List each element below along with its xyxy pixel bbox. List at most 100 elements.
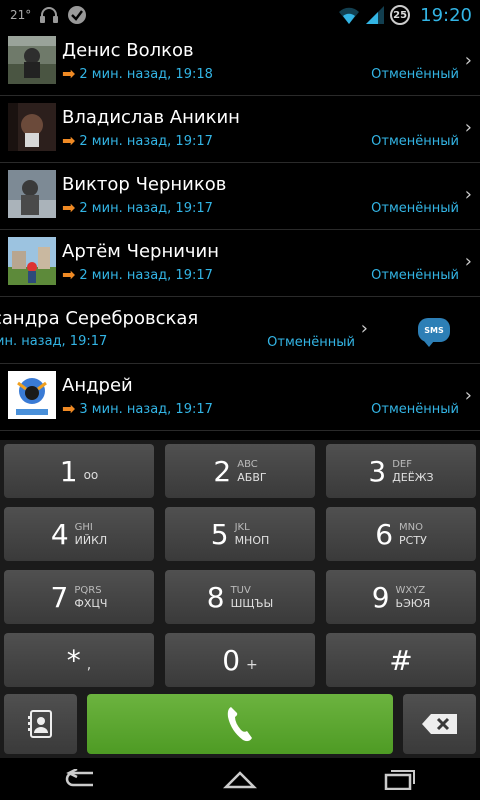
key-letters: DEF ДЕЁЖЗ [392, 458, 433, 484]
call-time: 2 мин. назад, 19:17 [79, 267, 213, 283]
call-log-item[interactable]: сандра Серебровская ин. назад, 19:17 Отм… [0, 298, 480, 364]
key-digit: 4 [50, 517, 69, 551]
call-log-item[interactable]: Владислав Аникин ➡ 2 мин. назад, 19:17 О… [0, 97, 480, 163]
call-time: 3 мин. назад, 19:17 [79, 401, 213, 417]
key-letters-cyrillic: ШЩЪЫ [230, 597, 274, 610]
chevron-right-icon[interactable]: › [465, 184, 472, 205]
call-log-item[interactable]: Виктор Черников ➡ 2 мин. назад, 19:17 От… [0, 164, 480, 230]
key-letters-latin: MNO [399, 522, 424, 533]
status-bar-right: 25 19:20 [338, 0, 472, 30]
key-letters-cyrillic: ИЙКЛ [74, 534, 108, 547]
call-status: Отменённый [371, 268, 459, 283]
contact-avatar [8, 170, 56, 218]
key-letters: GHI ИЙКЛ [75, 521, 108, 547]
dial-key-1[interactable]: 1 oo [4, 444, 154, 498]
dial-key-9[interactable]: 9 WXYZ ЬЭЮЯ [326, 570, 476, 624]
key-letters: WXYZ ЬЭЮЯ [396, 584, 431, 610]
key-letters-latin: DEF [392, 459, 412, 470]
call-meta: ➡ 2 мин. назад, 19:17 [62, 133, 213, 149]
key-letters-latin: ABC [237, 459, 258, 470]
sms-icon[interactable]: SMS [418, 318, 450, 347]
key-letters: ABC АБВГ [237, 458, 266, 484]
dialpad: 1 oo 2 ABC АБВГ 3 DEF ДЕЁЖЗ 4 GHI ИЙКЛ 5… [0, 440, 480, 758]
sms-label: SMS [424, 325, 444, 335]
contact-name: сандра Серебровская [0, 308, 199, 329]
dial-key-6[interactable]: 6 MNO РСТУ [326, 507, 476, 561]
key-digit: * [66, 643, 81, 677]
dial-key-0[interactable]: 0 + [165, 633, 315, 687]
clock: 19:20 [420, 4, 472, 26]
dial-key-2[interactable]: 2 ABC АБВГ [165, 444, 315, 498]
key-letters-latin: JKL [234, 522, 250, 533]
check-circle-icon [68, 6, 87, 24]
chevron-right-icon[interactable]: › [465, 117, 472, 138]
delete-button[interactable] [403, 694, 476, 754]
outgoing-call-icon: ➡ [62, 131, 76, 150]
outgoing-call-icon: ➡ [62, 198, 76, 217]
key-letters: TUV ШЩЪЫ [231, 584, 274, 610]
call-status: Отменённый [371, 201, 459, 216]
key-letters-latin: GHI [74, 522, 93, 533]
recent-apps-icon[interactable] [383, 768, 417, 790]
dial-key-5[interactable]: 5 JKL МНОП [165, 507, 315, 561]
key-letters-cyrillic: ДЕЁЖЗ [392, 471, 434, 484]
outgoing-call-icon: ➡ [62, 265, 76, 284]
dial-key-3[interactable]: 3 DEF ДЕЁЖЗ [326, 444, 476, 498]
key-digit: 6 [375, 517, 394, 551]
contact-name: Андрей [62, 375, 133, 396]
key-digit: # [389, 643, 413, 677]
dial-key-7[interactable]: 7 PQRS ФХЦЧ [4, 570, 154, 624]
key-digit: 0 [222, 643, 241, 677]
chevron-right-icon[interactable]: › [465, 50, 472, 71]
key-letters: PQRS ФХЦЧ [74, 584, 107, 610]
key-letters: JKL МНОП [235, 521, 270, 547]
call-time: 2 мин. назад, 19:17 [79, 133, 213, 149]
key-letters-cyrillic: МНОП [234, 534, 270, 547]
contact-name: Владислав Аникин [62, 107, 240, 128]
key-digit: 8 [206, 580, 225, 614]
key-digit: 1 [59, 454, 78, 488]
call-log-item[interactable]: Артём Черничин ➡ 2 мин. назад, 19:17 Отм… [0, 231, 480, 297]
dial-key-8[interactable]: 8 TUV ШЩЪЫ [165, 570, 315, 624]
key-digit: 7 [50, 580, 69, 614]
dial-key-hash[interactable]: # [326, 633, 476, 687]
battery-icon: 25 [390, 5, 411, 25]
call-meta: ин. назад, 19:17 [0, 334, 107, 349]
dial-key-4[interactable]: 4 GHI ИЙКЛ [4, 507, 154, 561]
call-status: Отменённый [371, 134, 459, 149]
call-time: 2 мин. назад, 19:18 [79, 66, 213, 82]
key-letters-latin: WXYZ [395, 585, 426, 596]
key-digit: 9 [371, 580, 390, 614]
headphones-icon [40, 7, 59, 23]
call-log-item[interactable]: Денис Волков ➡ 2 мин. назад, 19:18 Отмен… [0, 30, 480, 96]
dial-key-star[interactable]: * , [4, 633, 154, 687]
wifi-icon [339, 7, 360, 24]
chevron-right-icon[interactable]: › [465, 385, 472, 406]
back-icon[interactable] [63, 769, 97, 789]
call-time: ин. назад, 19:17 [0, 334, 108, 349]
contact-avatar [8, 237, 56, 285]
contacts-button[interactable] [4, 694, 77, 754]
contact-name: Артём Черничин [62, 241, 220, 262]
key-digit: 5 [210, 517, 229, 551]
key-digit: 2 [213, 454, 232, 488]
call-button[interactable] [87, 694, 393, 754]
key-letters-latin: TUV [230, 585, 251, 596]
chevron-right-icon[interactable]: › [465, 251, 472, 272]
contact-avatar [8, 103, 56, 151]
temperature: 21° [10, 8, 32, 22]
call-time: 2 мин. назад, 19:17 [79, 200, 213, 216]
signal-icon [366, 6, 385, 24]
key-letters-cyrillic: АБВГ [237, 471, 267, 484]
key-letters-cyrillic: ЬЭЮЯ [395, 597, 431, 610]
key-digit: 3 [368, 454, 387, 488]
status-bar-left: 21° [10, 0, 87, 30]
home-icon[interactable] [223, 769, 257, 789]
call-log-item[interactable]: Андрей ➡ 3 мин. назад, 19:17 Отменённый … [0, 365, 480, 431]
voicemail-icon: oo [83, 468, 99, 482]
call-meta: ➡ 2 мин. назад, 19:17 [62, 200, 213, 216]
navigation-bar [0, 758, 480, 800]
status-bar: 21° 25 19:20 [0, 0, 480, 30]
chevron-right-icon[interactable]: › [361, 318, 368, 339]
key-letters-cyrillic: РСТУ [399, 534, 427, 547]
